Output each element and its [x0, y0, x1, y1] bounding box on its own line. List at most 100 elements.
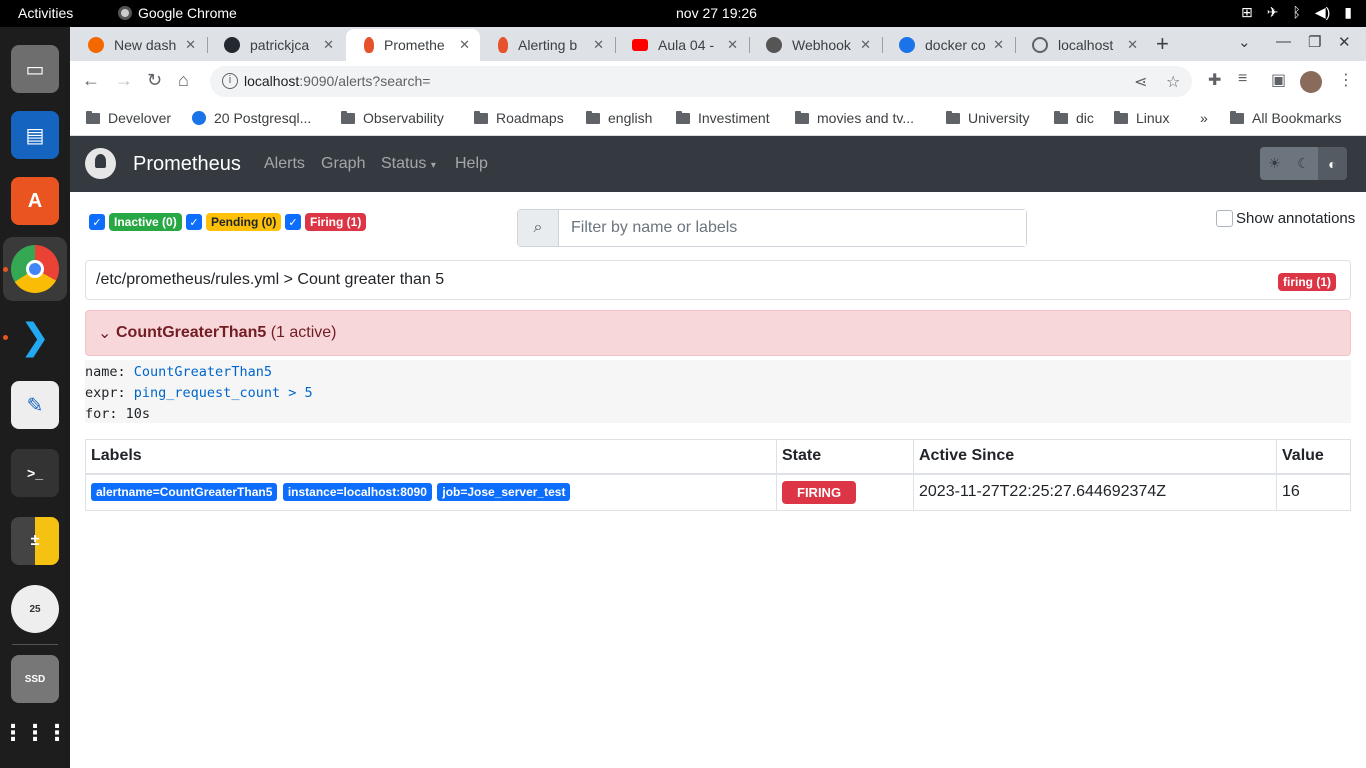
expr-link[interactable]: ping_request_count > 5: [134, 385, 313, 401]
close-tab-icon[interactable]: ✕: [993, 37, 1004, 53]
minimize-icon[interactable]: —: [1276, 33, 1291, 50]
maximize-icon[interactable]: ❐: [1308, 33, 1321, 51]
show-annotations-toggle[interactable]: Show annotations: [1216, 210, 1355, 227]
writer-icon[interactable]: ▤: [11, 111, 59, 159]
filter-pending[interactable]: ✓ Pending (0): [186, 213, 282, 231]
close-tab-icon[interactable]: ✕: [593, 37, 604, 53]
rule-definition: name: CountGreaterThan5 expr: ping_reque…: [85, 360, 1351, 423]
bookmark-folder[interactable]: Roadmaps: [474, 110, 564, 126]
close-tab-icon[interactable]: ✕: [1127, 37, 1138, 53]
show-annotations-label: Show annotations: [1236, 210, 1356, 227]
light-theme-icon[interactable]: ☀: [1260, 147, 1289, 180]
close-tab-icon[interactable]: ✕: [727, 37, 738, 53]
tab-title: Promethe: [384, 37, 445, 53]
bookmark-star-icon[interactable]: ☆: [1166, 72, 1180, 92]
volume-icon: ◀): [1314, 4, 1331, 20]
value-cell: 16: [1276, 473, 1351, 511]
checkbox-unchecked-icon[interactable]: [1216, 210, 1233, 227]
reading-list-icon[interactable]: ≡: [1238, 70, 1247, 88]
forward-icon[interactable]: →: [115, 70, 133, 91]
tab[interactable]: docker co ✕: [881, 29, 1014, 61]
terminal-icon[interactable]: >_: [11, 449, 59, 497]
alert-rule-toggle[interactable]: ⌄ CountGreaterThan5 (1 active): [85, 310, 1351, 356]
bookmark-folder[interactable]: Observability: [341, 110, 444, 126]
menu-icon[interactable]: ⋮: [1338, 70, 1354, 90]
search-input[interactable]: [559, 210, 1026, 246]
tab-search-icon[interactable]: ⌄: [1238, 33, 1251, 51]
app-menu[interactable]: Google Chrome: [118, 5, 237, 21]
rule-name-value: CountGreaterThan5: [133, 364, 272, 380]
software-center-icon[interactable]: A: [11, 177, 59, 225]
text-editor-icon[interactable]: ✎: [11, 381, 59, 429]
nav-alerts[interactable]: Alerts: [264, 155, 305, 173]
bookmark[interactable]: 20 Postgresql...: [192, 110, 311, 126]
chrome-icon[interactable]: [11, 245, 59, 293]
dark-theme-icon[interactable]: ☾: [1289, 147, 1318, 180]
brand-title[interactable]: Prometheus: [133, 153, 241, 176]
home-icon[interactable]: ⌂: [178, 70, 189, 91]
tab[interactable]: Aula 04 - ✕: [614, 29, 748, 61]
app-grid-icon[interactable]: ⋮⋮⋮: [2, 709, 68, 757]
tab-title: Aula 04 -: [658, 37, 715, 53]
bookmark-folder[interactable]: dic: [1054, 110, 1094, 126]
back-icon[interactable]: ←: [82, 70, 100, 91]
auto-theme-icon[interactable]: ◐: [1318, 147, 1347, 180]
tab[interactable]: New dash ✕: [70, 29, 206, 61]
calculator-icon[interactable]: ±: [11, 517, 59, 565]
nav-help[interactable]: Help: [455, 155, 488, 173]
disk-icon[interactable]: SSD: [11, 655, 59, 703]
nav-graph[interactable]: Graph: [321, 155, 365, 173]
new-tab-icon[interactable]: +: [1156, 31, 1169, 57]
address-bar[interactable]: i localhost:9090/alerts?search= ⋖ ☆: [210, 66, 1192, 97]
reload-icon[interactable]: ↻: [147, 70, 162, 91]
site-info-icon[interactable]: i: [222, 73, 238, 89]
close-tab-icon[interactable]: ✕: [185, 37, 196, 53]
nav-status[interactable]: Status ▾: [381, 155, 436, 173]
more-bookmarks-button[interactable]: »: [1200, 110, 1208, 126]
url-text[interactable]: localhost:9090/alerts?search=: [244, 73, 430, 89]
bookmark-folder[interactable]: Linux: [1114, 110, 1169, 126]
folder-icon: [946, 110, 960, 124]
browser-chrome: New dash ✕ patrickjca ✕ Promethe ✕ Alerting…: [70, 27, 1366, 136]
label-badge: instance=localhost:8090: [282, 483, 432, 501]
vscode-icon[interactable]: ❯: [11, 313, 59, 361]
checkbox-checked-icon[interactable]: ✓: [285, 214, 301, 230]
bookmark-folder[interactable]: english: [586, 110, 652, 126]
activities-button[interactable]: Activities: [18, 5, 73, 21]
checkbox-checked-icon[interactable]: ✓: [89, 214, 105, 230]
prometheus-logo-icon[interactable]: [85, 148, 116, 179]
tab[interactable]: Alerting b ✕: [480, 29, 614, 61]
running-indicator: [3, 335, 8, 340]
share-icon[interactable]: ⋖: [1134, 72, 1147, 92]
prometheus-navbar: Prometheus Alerts Graph Status ▾ Help ☀ …: [70, 136, 1366, 192]
system-tray[interactable]: ⊞ ✈ ᛒ ◀) ▮: [1241, 4, 1352, 21]
webhook-icon: [766, 37, 782, 53]
profile-avatar[interactable]: [1300, 71, 1322, 93]
close-tab-icon[interactable]: ✕: [459, 37, 470, 53]
column-header-labels: Labels: [85, 439, 777, 475]
filter-inactive[interactable]: ✓ Inactive (0): [89, 213, 182, 231]
bookmark-folder[interactable]: Investiment: [676, 110, 770, 126]
timer-icon[interactable]: 25: [11, 585, 59, 633]
active-since-cell: 2023-11-27T22:25:27.644692374Z: [913, 473, 1277, 511]
folder-icon: [1054, 110, 1068, 124]
bookmark-folder[interactable]: University: [946, 110, 1029, 126]
filter-firing[interactable]: ✓ Firing (1): [285, 213, 367, 231]
close-tab-icon[interactable]: ✕: [323, 37, 334, 53]
tab-title: docker co: [925, 37, 986, 53]
clock[interactable]: nov 27 19:26: [676, 5, 757, 21]
files-icon[interactable]: ▭: [11, 45, 59, 93]
close-window-icon[interactable]: ✕: [1338, 33, 1351, 51]
bookmark-folder[interactable]: Develover: [86, 110, 171, 126]
tab[interactable]: localhost ✕: [1014, 29, 1148, 61]
bookmark-folder[interactable]: movies and tv...: [795, 110, 914, 126]
side-panel-icon[interactable]: ▣: [1271, 70, 1286, 90]
tab[interactable]: Webhook ✕: [748, 29, 881, 61]
checkbox-checked-icon[interactable]: ✓: [186, 214, 202, 230]
tab-active[interactable]: Promethe ✕: [346, 29, 480, 61]
tab[interactable]: patrickjca ✕: [206, 29, 344, 61]
extensions-icon[interactable]: ✚: [1208, 70, 1221, 90]
close-tab-icon[interactable]: ✕: [860, 37, 871, 53]
all-bookmarks-folder[interactable]: All Bookmarks: [1230, 110, 1341, 126]
dock-separator: [12, 644, 58, 645]
